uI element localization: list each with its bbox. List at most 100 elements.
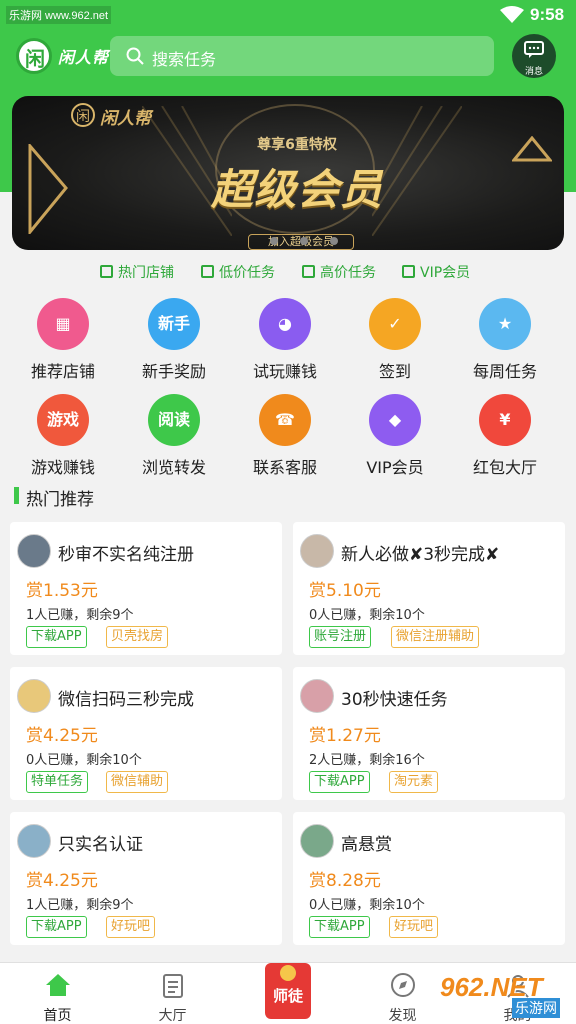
grid-label: VIP会员 [366,458,424,477]
task-card[interactable]: 高悬赏 赏8.28元 0人已赚，剩余10个 下载APP 好玩吧 [293,812,565,945]
avatar [17,534,51,568]
avatar [17,824,51,858]
grid-label: 推荐店铺 [30,362,95,381]
app-header: 闲 闲人帮 搜索任务 消息 [0,32,576,82]
grid-item-red-packet-hall[interactable]: ¥ 红包大厅 [450,394,560,484]
task-title: 高悬赏 [341,835,392,855]
avatar [17,679,51,713]
avatar [300,824,334,858]
game-pad-icon: ◕ [259,298,311,350]
quick-link-low-price[interactable]: 低价任务 [201,262,275,282]
tab-hall[interactable]: 大厅 [115,963,230,1024]
banner-subtitle: 尊享6重特权 [257,137,337,153]
task-title: 30秒快速任务 [341,690,448,710]
store-icon: ▦ [37,298,89,350]
grid-item-game-earn[interactable]: 游戏 游戏赚钱 [8,394,118,484]
task-reward: 赏4.25元 [26,726,98,746]
task-reward: 赏5.10元 [309,581,381,601]
task-card[interactable]: 微信扫码三秒完成 赏4.25元 0人已赚，剩余10个 特单任务 微信辅助 [10,667,282,800]
section-marker [14,487,19,504]
read-icon: 阅读 [148,394,200,446]
task-title: 微信扫码三秒完成 [58,690,194,710]
quick-link-label: 低价任务 [219,265,275,281]
grid-label: 新手奖励 [141,362,206,381]
task-tag: 好玩吧 [389,916,439,938]
clipboard-icon [163,974,183,998]
search-placeholder: 搜索任务 [152,50,217,69]
task-card[interactable]: 30秒快速任务 赏1.27元 2人已赚，剩余16个 下载APP 淘元素 [293,667,565,800]
avatar [300,679,334,713]
quick-link-label: 高价任务 [320,265,376,281]
triangle-decor-icon [28,144,68,234]
message-label: 消息 [524,67,543,77]
task-tag: 淘元素 [389,771,439,793]
task-title: 新人必做✘3秒完成✘ [341,545,500,565]
task-reward: 赏8.28元 [309,871,381,891]
task-card[interactable]: 秒审不实名纯注册 赏1.53元 1人已赚，剩余9个 下载APP 贝壳找房 [10,522,282,655]
crown-icon [402,265,415,278]
clock: 9:58 [530,5,565,24]
chat-icon [524,41,544,58]
logo-char: 闲 [25,47,45,71]
grid-item-recommended-shops[interactable]: ▦ 推荐店铺 [8,298,118,388]
app-logo: 闲 [16,38,52,74]
task-tag: 特单任务 [26,771,89,793]
task-reward: 赏1.53元 [26,581,98,601]
grid-item-customer-service[interactable]: ☎ 联系客服 [230,394,340,484]
tab-label: 大厅 [158,1008,187,1024]
compass-icon [391,973,415,997]
watermark-sub: 乐游网 [512,998,560,1018]
grid-item-trial-play[interactable]: ◕ 试玩赚钱 [230,298,340,388]
search-bar[interactable]: 搜索任务 [110,36,494,76]
grid-item-newbie-reward[interactable]: 新手 新手奖励 [119,298,229,388]
red-packet-icon: ¥ [479,394,531,446]
triangle-decor-icon [512,136,552,162]
status-bar: 乐游网 www.962.net 9:58 [0,0,576,30]
grid-item-weekly-tasks[interactable]: ★ 每周任务 [450,298,560,388]
task-tag: 贝壳找房 [106,626,169,648]
checkin-icon: ✓ [369,298,421,350]
task-stats: 0人已赚，剩余10个 [26,753,142,768]
task-reward: 赏1.27元 [309,726,381,746]
task-stats: 0人已赚，剩余10个 [309,898,425,913]
source-label: 乐游网 www.962.net [6,6,112,24]
grid-label: 签到 [378,362,411,381]
task-card[interactable]: 只实名认证 赏4.25元 1人已赚，剩余9个 下载APP 好玩吧 [10,812,282,945]
weekly-icon: ★ [479,298,531,350]
quick-link-hot-shops[interactable]: 热门店铺 [100,262,174,282]
grid-label: 游戏赚钱 [30,458,95,477]
list-icon [302,265,315,278]
grid-item-browse-share[interactable]: 阅读 浏览转发 [119,394,229,484]
task-stats: 2人已赚，剩余16个 [309,753,425,768]
pagination-dot[interactable] [270,237,278,245]
task-reward: 赏4.25元 [26,871,98,891]
quick-link-vip[interactable]: VIP会员 [402,262,470,282]
pagination-dot[interactable] [300,237,308,245]
task-title: 秒审不实名纯注册 [58,545,194,565]
grid-item-vip[interactable]: ◆ VIP会员 [340,394,450,484]
site-watermark: 962.NET 乐游网 [440,972,570,1020]
wifi-icon [500,6,524,23]
banner-pagination [270,230,360,249]
banner-brand: 闲人帮 [100,109,151,129]
avatar [300,534,334,568]
grid-label: 红包大厅 [472,458,537,477]
promo-banner[interactable]: 闲 闲人帮 尊享6重特权 超级会员 加入超级会员 [12,96,564,250]
task-tag: 下载APP [26,626,87,648]
quick-link-high-price[interactable]: 高价任务 [302,262,376,282]
banner-logo-icon: 闲 [71,103,95,127]
grid-label: 联系客服 [252,458,317,477]
task-card[interactable]: 新人必做✘3秒完成✘ 赏5.10元 0人已赚，剩余10个 账号注册 微信注册辅助 [293,522,565,655]
home-icon [46,974,70,996]
tab-home[interactable]: 首页 [0,963,115,1024]
task-tag: 下载APP [26,916,87,938]
message-button[interactable]: 消息 [512,34,556,78]
pagination-dot[interactable] [330,237,338,245]
task-stats: 1人已赚，剩余9个 [26,608,134,623]
grid-item-checkin[interactable]: ✓ 签到 [340,298,450,388]
quick-link-label: 热门店铺 [118,265,174,281]
newbie-icon: 新手 [148,298,200,350]
task-title: 只实名认证 [58,835,143,855]
brand-name: 闲人帮 [58,48,110,67]
banner-headline: 超级会员 [210,165,383,214]
